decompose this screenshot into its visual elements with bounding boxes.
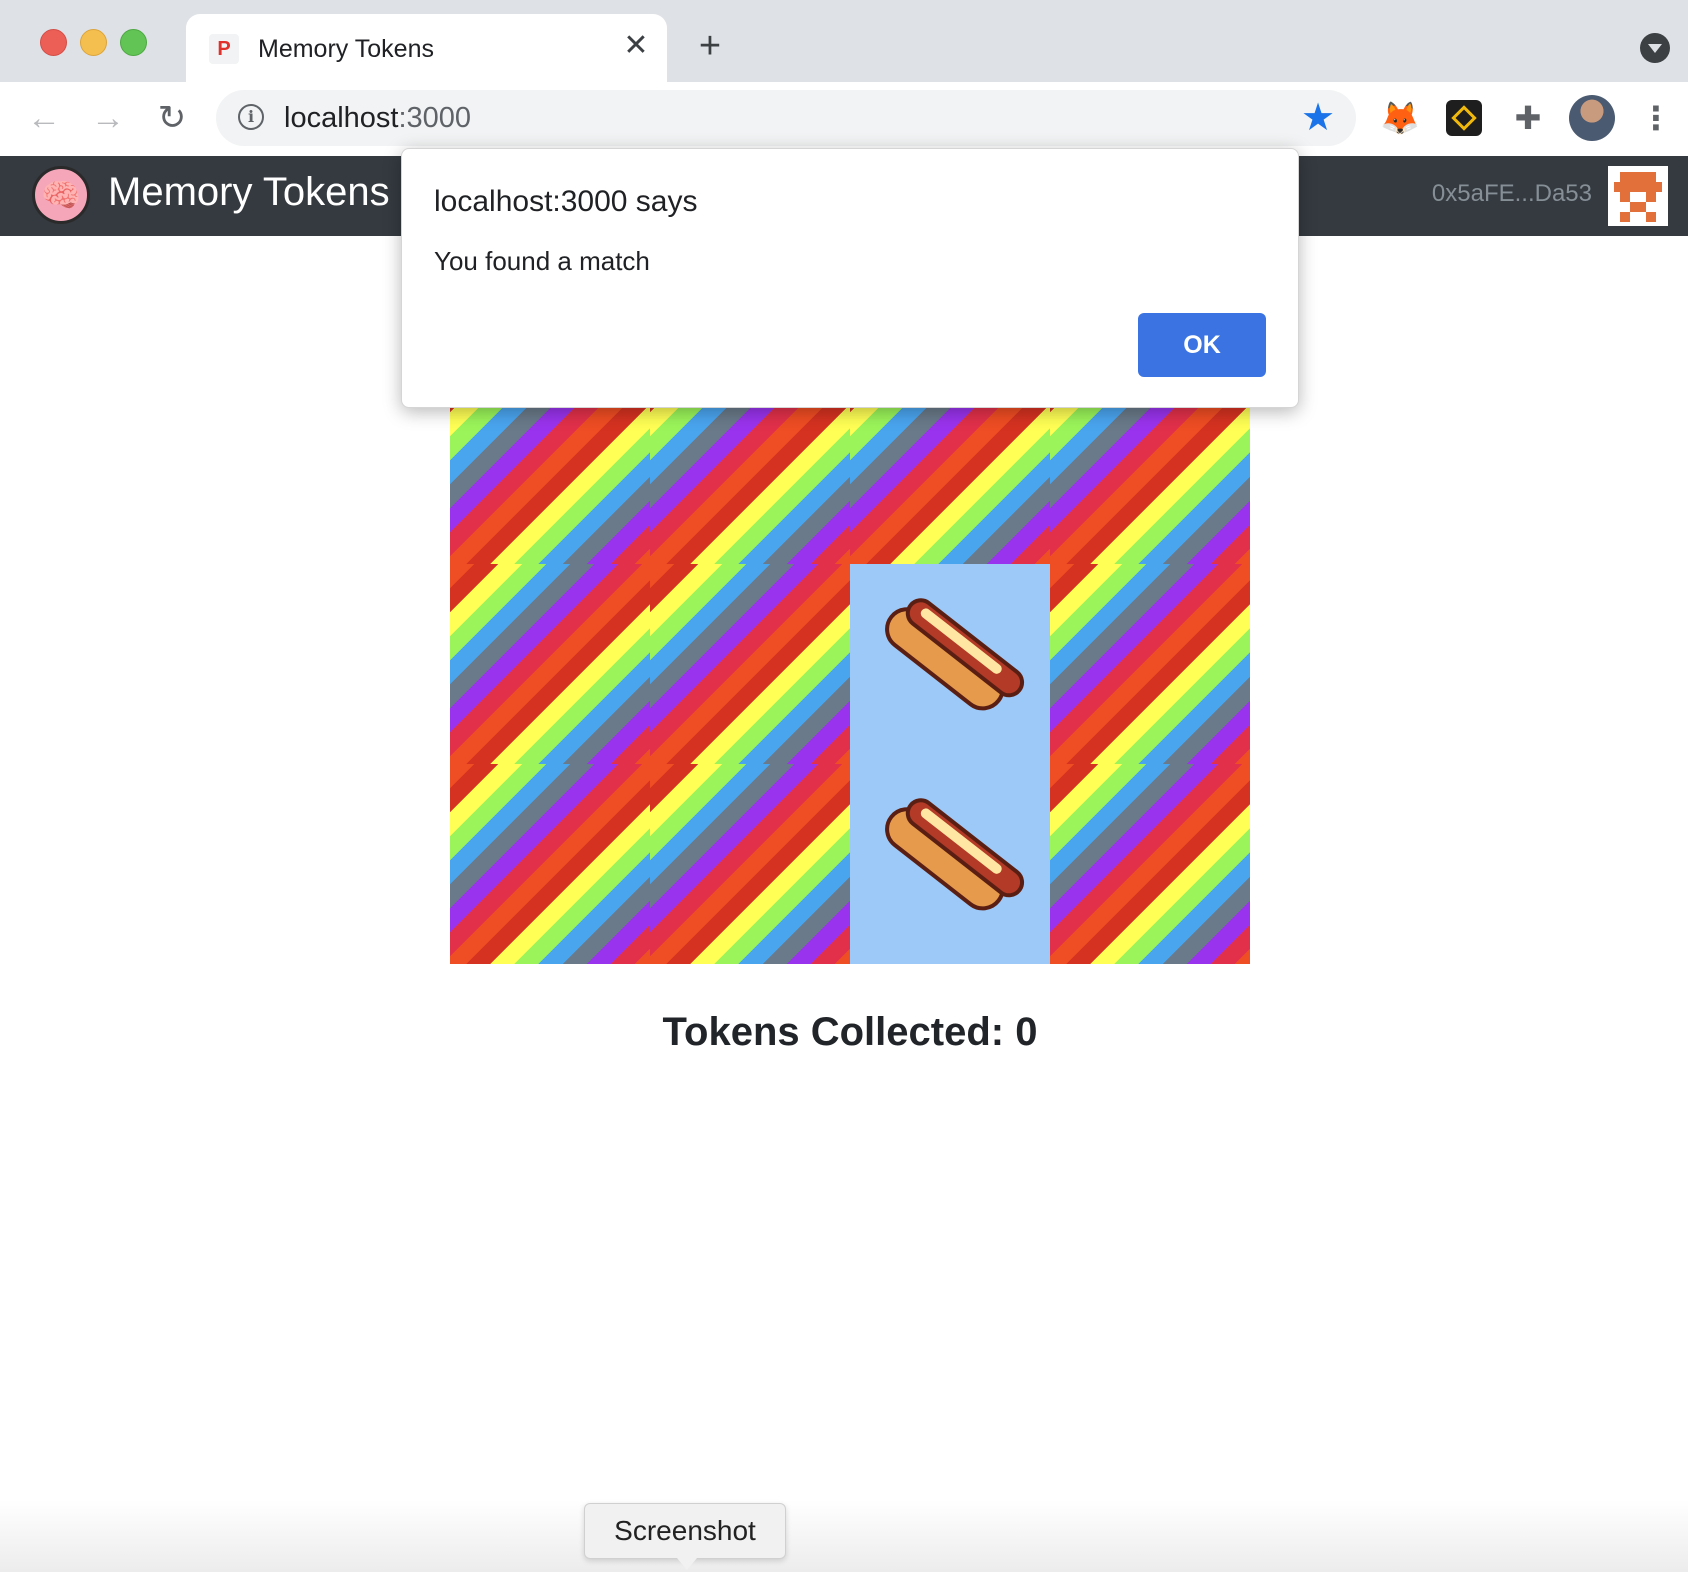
new-tab-icon[interactable]: + <box>690 26 730 66</box>
browser-tab-bar: P Memory Tokens ✕ + <box>0 0 1688 82</box>
screenshot-tooltip: Screenshot <box>584 1503 786 1570</box>
hotdog-icon <box>876 783 1034 926</box>
url-host: localhost <box>284 102 399 134</box>
bookmark-star-icon[interactable]: ★ <box>1301 96 1335 140</box>
card-back[interactable] <box>1050 564 1250 764</box>
alert-dialog: localhost:3000 says You found a match OK <box>401 148 1299 408</box>
chrome-menu-icon[interactable]: ⋮ <box>1640 96 1672 140</box>
tab-title: Memory Tokens <box>258 35 434 63</box>
forward-icon[interactable]: → <box>86 96 130 140</box>
ok-button[interactable]: OK <box>1138 313 1266 377</box>
card-back[interactable] <box>650 564 850 764</box>
browser-toolbar: ← → ↻ i localhost:3000 ★ 🦊 ✚ ⋮ <box>0 82 1688 157</box>
hotdog-icon <box>876 583 1034 726</box>
card-back[interactable] <box>650 764 850 964</box>
url-port: :3000 <box>398 102 472 134</box>
active-tab[interactable]: P Memory Tokens ✕ <box>186 14 667 82</box>
profile-avatar[interactable] <box>1569 95 1615 141</box>
card-hotdog[interactable] <box>850 764 1050 964</box>
dialog-message: You found a match <box>434 246 650 276</box>
account-address: 0x5aFE...Da53 <box>1431 180 1592 207</box>
address-bar[interactable]: i localhost:3000 ★ <box>216 90 1356 146</box>
account-identicon <box>1608 166 1668 226</box>
back-icon[interactable]: ← <box>22 96 66 140</box>
tab-search-icon[interactable] <box>1640 33 1670 63</box>
tab-close-icon[interactable]: ✕ <box>618 28 654 64</box>
window-minimize-button[interactable] <box>80 29 107 56</box>
binance-wallet-icon[interactable] <box>1446 100 1482 136</box>
bottom-fade <box>0 1500 1688 1572</box>
dialog-title: localhost:3000 says <box>434 185 698 218</box>
card-back[interactable] <box>1050 764 1250 964</box>
card-back[interactable] <box>450 764 650 964</box>
card-hotdog[interactable] <box>850 564 1050 764</box>
window-zoom-button[interactable] <box>120 29 147 56</box>
site-info-icon[interactable]: i <box>238 104 264 130</box>
metamask-fox-icon[interactable]: 🦊 <box>1378 96 1422 140</box>
reload-icon[interactable]: ↻ <box>150 96 194 140</box>
brain-logo-icon: 🧠 <box>32 166 90 224</box>
window-close-button[interactable] <box>40 29 67 56</box>
memory-board <box>450 364 1250 964</box>
tokens-collected: Tokens Collected: 0 <box>662 1010 1038 1054</box>
app-brand-title[interactable]: Memory Tokens <box>108 170 390 215</box>
extensions-puzzle-icon[interactable]: ✚ <box>1506 96 1550 140</box>
url-text[interactable]: localhost:3000 <box>284 102 471 135</box>
card-back[interactable] <box>450 564 650 764</box>
tab-favicon-icon: P <box>209 34 239 64</box>
